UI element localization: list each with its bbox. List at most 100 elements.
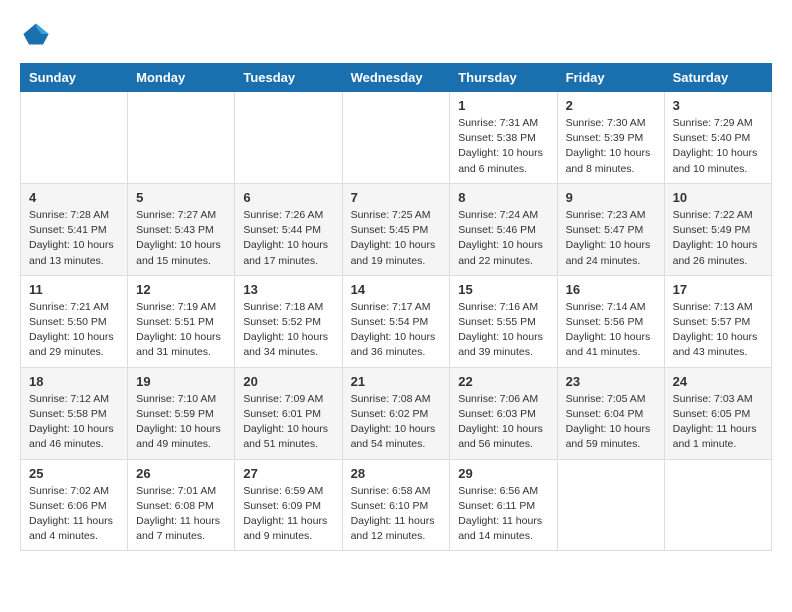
day-number: 9 (566, 190, 656, 205)
day-info: Sunrise: 7:06 AM Sunset: 6:03 PM Dayligh… (458, 392, 548, 453)
calendar-cell: 6 Sunrise: 7:26 AM Sunset: 5:44 PM Daylig… (235, 183, 342, 275)
day-number: 7 (351, 190, 442, 205)
calendar-cell: 7 Sunrise: 7:25 AM Sunset: 5:45 PM Daylig… (342, 183, 450, 275)
day-info: Sunrise: 7:13 AM Sunset: 5:57 PM Dayligh… (673, 300, 763, 361)
weekday-header-tuesday: Tuesday (235, 64, 342, 92)
calendar-cell: 9 Sunrise: 7:23 AM Sunset: 5:47 PM Daylig… (557, 183, 664, 275)
day-number: 25 (29, 466, 119, 481)
calendar-cell (128, 92, 235, 184)
weekday-header-thursday: Thursday (450, 64, 557, 92)
calendar-cell: 10 Sunrise: 7:22 AM Sunset: 5:49 PM Dayli… (664, 183, 771, 275)
day-info: Sunrise: 7:31 AM Sunset: 5:38 PM Dayligh… (458, 116, 548, 177)
day-number: 17 (673, 282, 763, 297)
page-header (20, 20, 772, 53)
calendar-cell: 18Sunrise: 7:12 AM Sunset: 5:58 PM Dayli… (21, 367, 128, 459)
calendar-cell: 17 Sunrise: 7:13 AM Sunset: 5:57 PM Dayli… (664, 275, 771, 367)
calendar-cell: 21Sunrise: 7:08 AM Sunset: 6:02 PM Dayli… (342, 367, 450, 459)
day-number: 22 (458, 374, 548, 389)
calendar-cell: 13 Sunrise: 7:18 AM Sunset: 5:52 PM Dayli… (235, 275, 342, 367)
calendar-week-1: 1 Sunrise: 7:31 AM Sunset: 5:38 PM Daylig… (21, 92, 772, 184)
day-info: Sunrise: 7:10 AM Sunset: 5:59 PM Dayligh… (136, 392, 226, 453)
day-number: 24 (673, 374, 763, 389)
calendar-cell: 20 Sunrise: 7:09 AM Sunset: 6:01 PM Dayli… (235, 367, 342, 459)
day-info: Sunrise: 6:58 AM Sunset: 6:10 PM Dayligh… (351, 484, 442, 545)
day-number: 20 (243, 374, 333, 389)
calendar-cell: 2 Sunrise: 7:30 AM Sunset: 5:39 PM Daylig… (557, 92, 664, 184)
calendar-cell: 22 Sunrise: 7:06 AM Sunset: 6:03 PM Dayli… (450, 367, 557, 459)
calendar-cell: 12 Sunrise: 7:19 AM Sunset: 5:51 PM Dayli… (128, 275, 235, 367)
day-info: Sunrise: 7:01 AM Sunset: 6:08 PM Dayligh… (136, 484, 226, 545)
day-info: Sunrise: 7:17 AM Sunset: 5:54 PM Dayligh… (351, 300, 442, 361)
day-info: Sunrise: 7:21 AM Sunset: 5:50 PM Dayligh… (29, 300, 119, 361)
calendar-cell (664, 459, 771, 551)
calendar-cell (342, 92, 450, 184)
day-number: 3 (673, 98, 763, 113)
day-info: Sunrise: 6:56 AM Sunset: 6:11 PM Dayligh… (458, 484, 548, 545)
calendar-cell: 15 Sunrise: 7:16 AM Sunset: 5:55 PM Dayli… (450, 275, 557, 367)
calendar-week-3: 11 Sunrise: 7:21 AM Sunset: 5:50 PM Dayli… (21, 275, 772, 367)
day-number: 29 (458, 466, 548, 481)
calendar-cell: 19 Sunrise: 7:10 AM Sunset: 5:59 PM Dayli… (128, 367, 235, 459)
day-number: 13 (243, 282, 333, 297)
calendar-cell: 14 Sunrise: 7:17 AM Sunset: 5:54 PM Dayli… (342, 275, 450, 367)
calendar-cell (235, 92, 342, 184)
day-number: 6 (243, 190, 333, 205)
day-info: Sunrise: 7:26 AM Sunset: 5:44 PM Dayligh… (243, 208, 333, 269)
day-number: 12 (136, 282, 226, 297)
day-number: 14 (351, 282, 442, 297)
calendar-cell (557, 459, 664, 551)
day-number: 23 (566, 374, 656, 389)
day-info: Sunrise: 7:18 AM Sunset: 5:52 PM Dayligh… (243, 300, 333, 361)
calendar-table: SundayMondayTuesdayWednesdayThursdayFrid… (20, 63, 772, 551)
day-number: 4 (29, 190, 119, 205)
day-info: Sunrise: 6:59 AM Sunset: 6:09 PM Dayligh… (243, 484, 333, 545)
day-number: 11 (29, 282, 119, 297)
calendar-week-4: 18Sunrise: 7:12 AM Sunset: 5:58 PM Dayli… (21, 367, 772, 459)
calendar-week-2: 4 Sunrise: 7:28 AM Sunset: 5:41 PM Daylig… (21, 183, 772, 275)
day-info: Sunrise: 7:16 AM Sunset: 5:55 PM Dayligh… (458, 300, 548, 361)
day-info: Sunrise: 7:09 AM Sunset: 6:01 PM Dayligh… (243, 392, 333, 453)
weekday-header-saturday: Saturday (664, 64, 771, 92)
calendar-cell: 11 Sunrise: 7:21 AM Sunset: 5:50 PM Dayli… (21, 275, 128, 367)
day-number: 2 (566, 98, 656, 113)
day-info: Sunrise: 7:27 AM Sunset: 5:43 PM Dayligh… (136, 208, 226, 269)
day-info: Sunrise: 7:02 AM Sunset: 6:06 PM Dayligh… (29, 484, 119, 545)
calendar-cell: 28 Sunrise: 6:58 AM Sunset: 6:10 PM Dayli… (342, 459, 450, 551)
calendar-cell: 3 Sunrise: 7:29 AM Sunset: 5:40 PM Daylig… (664, 92, 771, 184)
day-info: Sunrise: 7:28 AM Sunset: 5:41 PM Dayligh… (29, 208, 119, 269)
day-number: 28 (351, 466, 442, 481)
day-info: Sunrise: 7:25 AM Sunset: 5:45 PM Dayligh… (351, 208, 442, 269)
day-info: Sunrise: 7:19 AM Sunset: 5:51 PM Dayligh… (136, 300, 226, 361)
calendar-cell: 24 Sunrise: 7:03 AM Sunset: 6:05 PM Dayli… (664, 367, 771, 459)
day-info: Sunrise: 7:14 AM Sunset: 5:56 PM Dayligh… (566, 300, 656, 361)
day-info: Sunrise: 7:29 AM Sunset: 5:40 PM Dayligh… (673, 116, 763, 177)
day-number: 26 (136, 466, 226, 481)
day-number: 10 (673, 190, 763, 205)
day-info: Sunrise: 7:22 AM Sunset: 5:49 PM Dayligh… (673, 208, 763, 269)
weekday-header-wednesday: Wednesday (342, 64, 450, 92)
day-number: 27 (243, 466, 333, 481)
calendar-cell: 5 Sunrise: 7:27 AM Sunset: 5:43 PM Daylig… (128, 183, 235, 275)
calendar-cell: 27 Sunrise: 6:59 AM Sunset: 6:09 PM Dayli… (235, 459, 342, 551)
calendar-cell: 26 Sunrise: 7:01 AM Sunset: 6:08 PM Dayli… (128, 459, 235, 551)
day-number: 18 (29, 374, 119, 389)
day-info: Sunrise: 7:30 AM Sunset: 5:39 PM Dayligh… (566, 116, 656, 177)
day-number: 1 (458, 98, 548, 113)
day-info: Sunrise: 7:05 AM Sunset: 6:04 PM Dayligh… (566, 392, 656, 453)
day-number: 19 (136, 374, 226, 389)
calendar-cell (21, 92, 128, 184)
weekday-header-monday: Monday (128, 64, 235, 92)
calendar-header-row: SundayMondayTuesdayWednesdayThursdayFrid… (21, 64, 772, 92)
day-number: 5 (136, 190, 226, 205)
calendar-week-5: 25 Sunrise: 7:02 AM Sunset: 6:06 PM Dayli… (21, 459, 772, 551)
weekday-header-friday: Friday (557, 64, 664, 92)
logo-icon (22, 20, 50, 48)
calendar-cell: 4 Sunrise: 7:28 AM Sunset: 5:41 PM Daylig… (21, 183, 128, 275)
calendar-cell: 8Sunrise: 7:24 AM Sunset: 5:46 PM Daylig… (450, 183, 557, 275)
calendar-cell: 1 Sunrise: 7:31 AM Sunset: 5:38 PM Daylig… (450, 92, 557, 184)
day-info: Sunrise: 7:03 AM Sunset: 6:05 PM Dayligh… (673, 392, 763, 453)
calendar-cell: 29 Sunrise: 6:56 AM Sunset: 6:11 PM Dayli… (450, 459, 557, 551)
day-number: 15 (458, 282, 548, 297)
calendar-cell: 25 Sunrise: 7:02 AM Sunset: 6:06 PM Dayli… (21, 459, 128, 551)
day-info: Sunrise: 7:23 AM Sunset: 5:47 PM Dayligh… (566, 208, 656, 269)
